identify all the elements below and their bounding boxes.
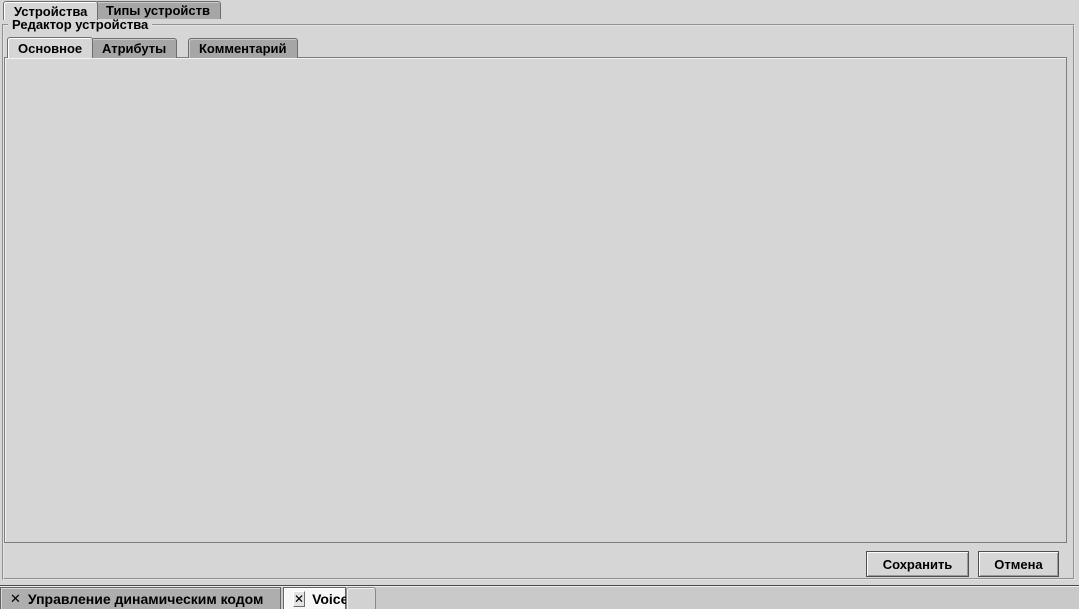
tab-attributes[interactable]: Атрибуты <box>91 38 177 58</box>
tab-main-label: Основное <box>18 41 82 56</box>
taskbar-tab-dynamic-code-label: Управление динамическим кодом <box>28 591 264 607</box>
tab-main[interactable]: Основное <box>7 37 93 58</box>
close-icon[interactable]: ✕ <box>10 593 21 606</box>
tab-devices-label: Устройства <box>14 4 87 19</box>
tab-comment[interactable]: Комментарий <box>188 38 298 58</box>
taskbar-tab-voice[interactable]: ✕ Voice <box>283 587 346 609</box>
tab-devices[interactable]: Устройства <box>3 1 98 20</box>
save-button-label: Сохранить <box>883 557 953 572</box>
cancel-button-label: Отмена <box>994 557 1042 572</box>
bottom-taskbar: ✕ Управление динамическим кодом ✕ Voice <box>0 585 1079 609</box>
tab-attributes-label: Атрибуты <box>102 41 166 56</box>
cancel-button[interactable]: Отмена <box>978 551 1059 577</box>
tab-device-types-label: Типы устройств <box>106 3 210 18</box>
taskbar-tab-voice-label: Voice <box>312 591 348 607</box>
save-button[interactable]: Сохранить <box>866 551 969 577</box>
taskbar-tab-stub <box>346 587 376 609</box>
tab-content-panel <box>4 57 1067 543</box>
tab-comment-label: Комментарий <box>199 41 287 56</box>
close-icon[interactable]: ✕ <box>293 591 305 607</box>
tab-device-types[interactable]: Типы устройств <box>95 1 221 19</box>
taskbar-tab-dynamic-code[interactable]: ✕ Управление динамическим кодом <box>0 587 281 609</box>
application-window: Устройства Типы устройств Редактор устро… <box>0 0 1079 609</box>
